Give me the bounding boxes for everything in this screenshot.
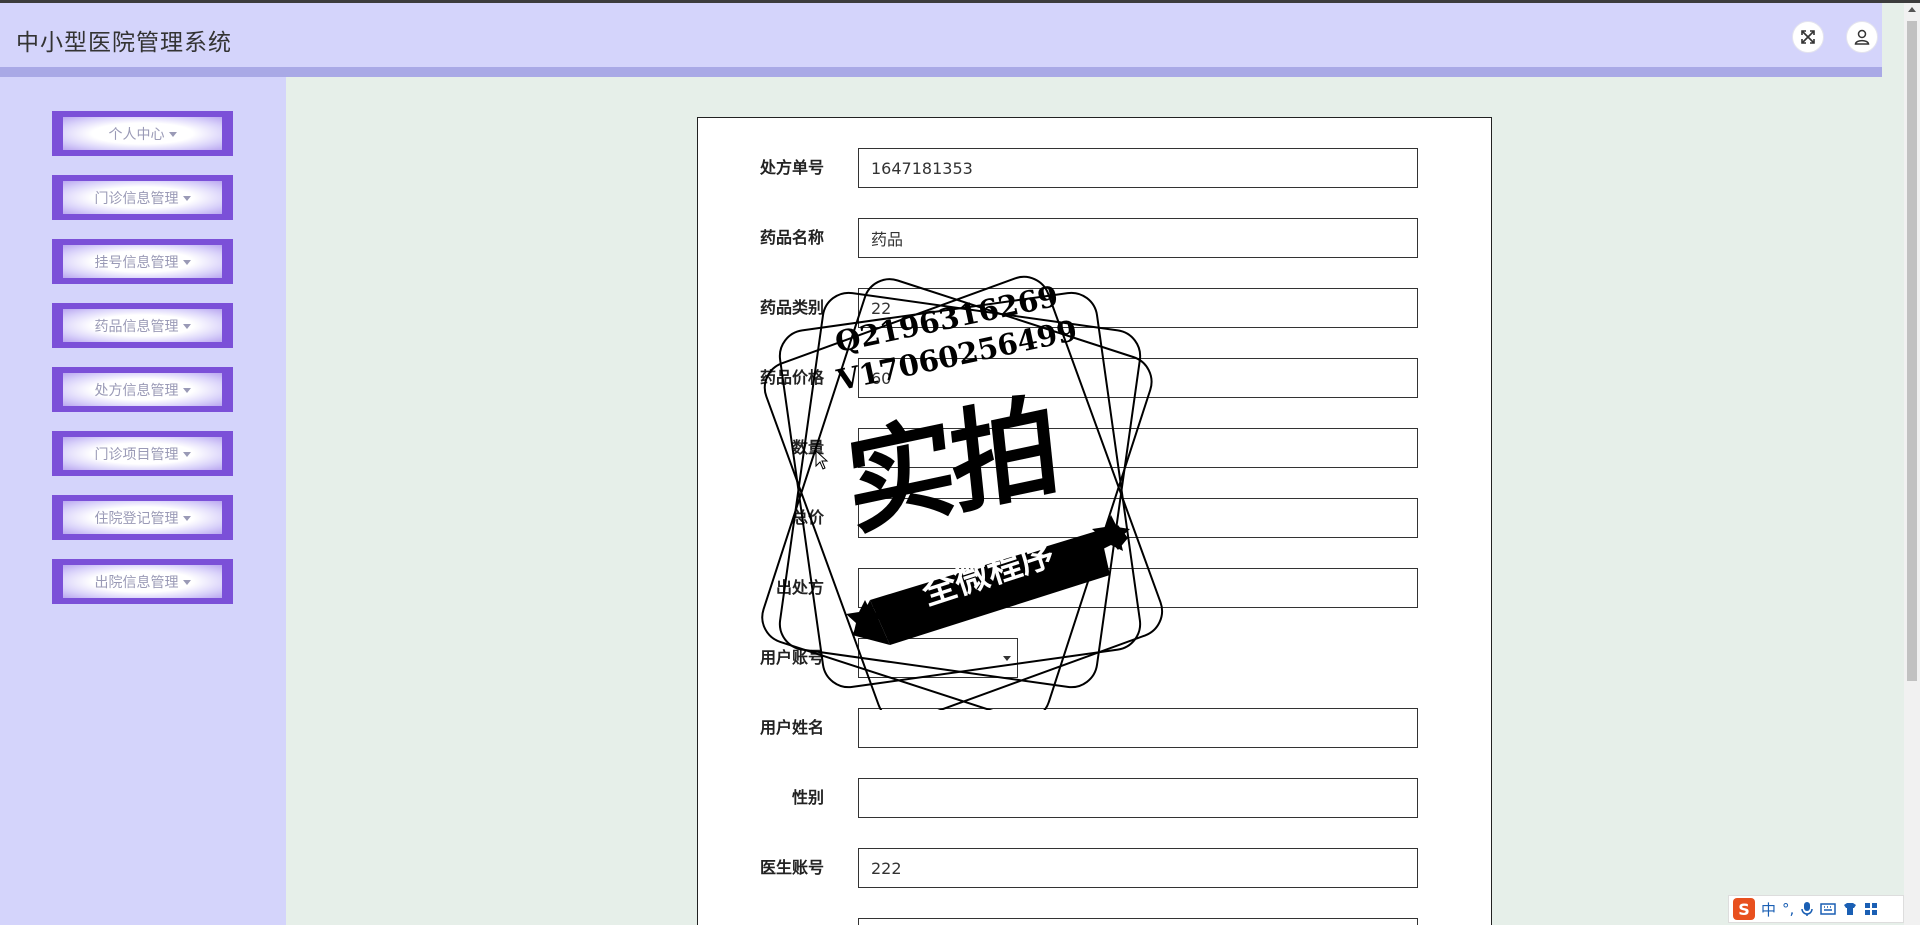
header-divider bbox=[0, 67, 1882, 77]
sidebar-item-label: 挂号信息管理 bbox=[94, 254, 179, 271]
form-row-prescriber: 出处方 bbox=[698, 568, 1493, 608]
form-row-user-account: 用户账号 bbox=[698, 638, 1493, 678]
sidebar-item-label: 住院登记管理 bbox=[94, 510, 179, 527]
form-row-medicine-price: 药品价格 bbox=[698, 358, 1493, 398]
sidebar-item-label: 处方信息管理 bbox=[94, 382, 179, 399]
form-row-gender: 性别 bbox=[698, 778, 1493, 818]
sidebar-item-registration-info[interactable]: 挂号信息管理 bbox=[52, 239, 233, 284]
microphone-icon[interactable] bbox=[1800, 901, 1814, 917]
grid-menu-icon[interactable] bbox=[1864, 902, 1878, 916]
chevron-down-icon bbox=[182, 516, 191, 521]
user-button[interactable] bbox=[1846, 21, 1878, 53]
app-header: 中小型医院管理系统 bbox=[0, 3, 1882, 67]
chevron-down-icon bbox=[182, 580, 191, 585]
form-row-user-name: 用户姓名 bbox=[698, 708, 1493, 748]
chevron-down-icon bbox=[182, 324, 191, 329]
sidebar-item-label: 门诊信息管理 bbox=[94, 190, 179, 207]
chevron-down-icon bbox=[168, 132, 177, 137]
form-label: 性别 bbox=[791, 788, 824, 807]
sidebar: 个人中心 门诊信息管理 挂号信息管理 药品信息管理 处方信息管理 门诊项目管理 … bbox=[0, 77, 286, 925]
sidebar-item-label: 药品信息管理 bbox=[94, 318, 179, 335]
chevron-down-icon bbox=[1003, 656, 1011, 661]
sidebar-item-outpatient-project[interactable]: 门诊项目管理 bbox=[52, 431, 233, 476]
scroll-up-icon[interactable] bbox=[1908, 7, 1916, 12]
sidebar-item-discharge-info[interactable]: 出院信息管理 bbox=[52, 559, 233, 604]
fullscreen-icon bbox=[1801, 30, 1815, 44]
mouse-cursor-icon bbox=[815, 450, 829, 470]
fullscreen-button[interactable] bbox=[1792, 21, 1824, 53]
medicine-name-input[interactable] bbox=[858, 218, 1418, 258]
chevron-down-icon bbox=[182, 452, 191, 457]
form-row-medicine-name: 药品名称 bbox=[698, 218, 1493, 258]
ime-mode[interactable]: 中 bbox=[1761, 899, 1776, 920]
user-icon bbox=[1854, 29, 1870, 45]
ime-logo: S bbox=[1733, 898, 1755, 920]
form-label: 用户账号 bbox=[759, 648, 824, 667]
prescriber-input[interactable] bbox=[858, 568, 1418, 608]
sidebar-item-outpatient-info[interactable]: 门诊信息管理 bbox=[52, 175, 233, 220]
sidebar-item-label: 出院信息管理 bbox=[94, 574, 179, 591]
form-label: 总价 bbox=[791, 508, 824, 527]
form-row-total-price: 总价 bbox=[698, 498, 1493, 538]
form-row-medicine-category: 药品类别 bbox=[698, 288, 1493, 328]
app-title: 中小型医院管理系统 bbox=[16, 30, 232, 56]
next-field-input[interactable] bbox=[858, 918, 1418, 925]
form-label: 出处方 bbox=[775, 578, 824, 597]
sidebar-item-personal-center[interactable]: 个人中心 bbox=[52, 111, 233, 156]
scrollbar-thumb[interactable] bbox=[1907, 21, 1917, 681]
total-price-input[interactable] bbox=[858, 498, 1418, 538]
sidebar-item-hospitalization[interactable]: 住院登记管理 bbox=[52, 495, 233, 540]
medicine-price-input[interactable] bbox=[858, 358, 1418, 398]
user-name-input[interactable] bbox=[858, 708, 1418, 748]
prescription-no-input[interactable] bbox=[858, 148, 1418, 188]
chevron-down-icon bbox=[182, 388, 191, 393]
sidebar-item-label: 门诊项目管理 bbox=[94, 446, 179, 463]
form-label: 药品价格 bbox=[759, 368, 824, 387]
sidebar-item-medicine-info[interactable]: 药品信息管理 bbox=[52, 303, 233, 348]
page-scrollbar[interactable] bbox=[1904, 3, 1920, 925]
prescription-form: 处方单号 药品名称 药品类别 药品价格 数量 总价 出处方 用户账号 用户姓名 … bbox=[697, 117, 1492, 925]
gender-input[interactable] bbox=[858, 778, 1418, 818]
quantity-input[interactable] bbox=[858, 428, 1418, 468]
medicine-category-input[interactable] bbox=[858, 288, 1418, 328]
ime-toolbar[interactable]: S 中 °, bbox=[1728, 895, 1904, 923]
form-label: 医生账号 bbox=[759, 858, 824, 877]
form-label: 药品类别 bbox=[759, 298, 824, 317]
form-label: 处方单号 bbox=[759, 158, 824, 177]
ime-punctuation[interactable]: °, bbox=[1782, 900, 1794, 918]
form-label: 数量 bbox=[791, 438, 824, 457]
chevron-down-icon bbox=[182, 260, 191, 265]
sidebar-item-label: 个人中心 bbox=[108, 126, 165, 143]
form-row-doctor-account: 医生账号 bbox=[698, 848, 1493, 888]
chevron-down-icon bbox=[182, 196, 191, 201]
form-label: 用户姓名 bbox=[759, 718, 824, 737]
form-row-next bbox=[698, 918, 1493, 925]
keyboard-icon[interactable] bbox=[1820, 902, 1837, 916]
user-account-select[interactable] bbox=[858, 638, 1018, 678]
doctor-account-input[interactable] bbox=[858, 848, 1418, 888]
skin-icon[interactable] bbox=[1842, 902, 1858, 916]
sidebar-item-prescription-info[interactable]: 处方信息管理 bbox=[52, 367, 233, 412]
form-label: 药品名称 bbox=[759, 228, 824, 247]
form-row-prescription-no: 处方单号 bbox=[698, 148, 1493, 188]
